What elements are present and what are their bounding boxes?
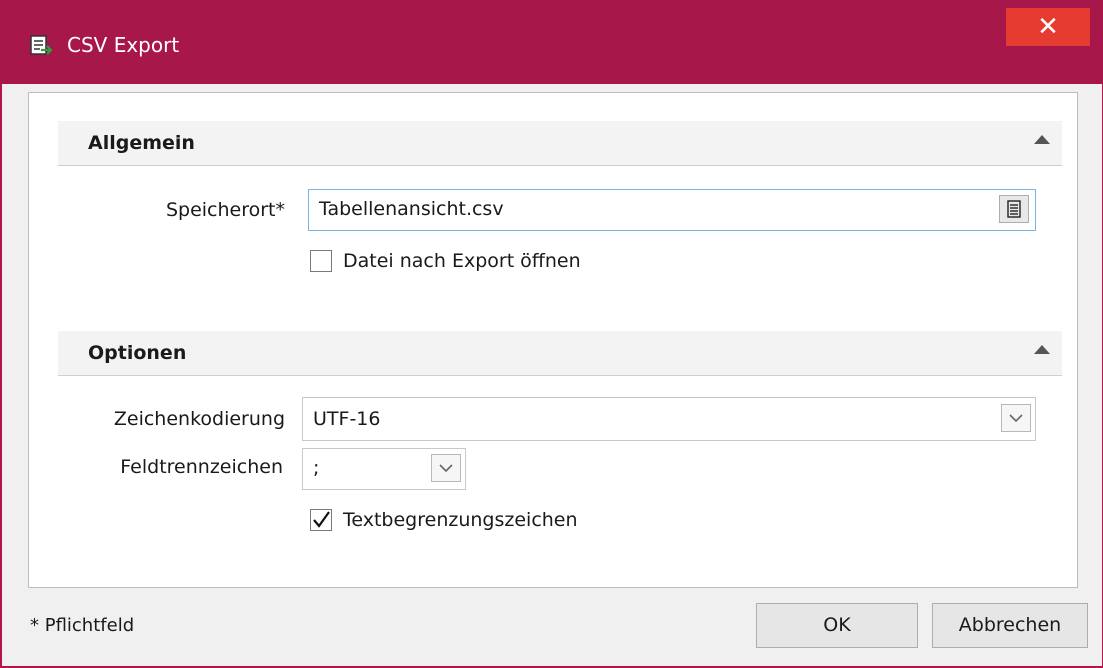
list-icon xyxy=(1007,200,1021,218)
separator-value: ; xyxy=(313,457,320,479)
content-panel: Allgemein Speicherort* Tabellenansicht.c… xyxy=(28,92,1078,588)
browse-button[interactable] xyxy=(999,195,1029,223)
chevron-down-icon xyxy=(439,464,453,473)
location-input[interactable]: Tabellenansicht.csv xyxy=(308,189,1036,231)
dialog-body: Allgemein Speicherort* Tabellenansicht.c… xyxy=(2,84,1102,666)
cancel-label: Abbrechen xyxy=(958,614,1062,636)
text-qualifier-label: Textbegrenzungszeichen xyxy=(343,509,578,531)
separator-dropdown-button[interactable] xyxy=(431,454,461,482)
chevron-down-icon xyxy=(1009,414,1023,423)
collapse-arrow-icon[interactable] xyxy=(1034,345,1050,354)
section-title-optionen: Optionen xyxy=(88,342,187,364)
encoding-select[interactable]: UTF-16 xyxy=(302,397,1036,441)
csv-export-icon xyxy=(30,35,52,55)
title-bar: CSV Export ✕ xyxy=(0,0,1103,84)
section-header-optionen[interactable]: Optionen xyxy=(58,331,1062,376)
close-icon: ✕ xyxy=(1037,12,1059,42)
open-after-export-checkbox[interactable] xyxy=(310,250,332,272)
cancel-button[interactable]: Abbrechen xyxy=(932,603,1088,648)
open-after-export-label: Datei nach Export öffnen xyxy=(343,250,581,272)
location-value: Tabellenansicht.csv xyxy=(319,198,504,220)
section-title-allgemein: Allgemein xyxy=(88,132,195,154)
encoding-value: UTF-16 xyxy=(313,408,381,430)
window-title: CSV Export xyxy=(67,33,180,57)
close-button[interactable]: ✕ xyxy=(1006,8,1090,46)
ok-label: OK xyxy=(823,614,851,636)
section-header-allgemein[interactable]: Allgemein xyxy=(58,121,1062,166)
required-field-note: * Pflichtfeld xyxy=(30,615,135,636)
ok-button[interactable]: OK xyxy=(756,603,918,648)
separator-select[interactable]: ; xyxy=(302,448,466,490)
encoding-dropdown-button[interactable] xyxy=(1001,404,1031,432)
collapse-arrow-icon[interactable] xyxy=(1034,135,1050,144)
checkmark-icon xyxy=(313,511,330,528)
location-label: Speicherort* xyxy=(165,199,285,221)
text-qualifier-checkbox[interactable] xyxy=(310,509,332,531)
encoding-label: Zeichenkodierung xyxy=(113,408,285,430)
separator-label: Feldtrennzeichen xyxy=(120,456,283,478)
